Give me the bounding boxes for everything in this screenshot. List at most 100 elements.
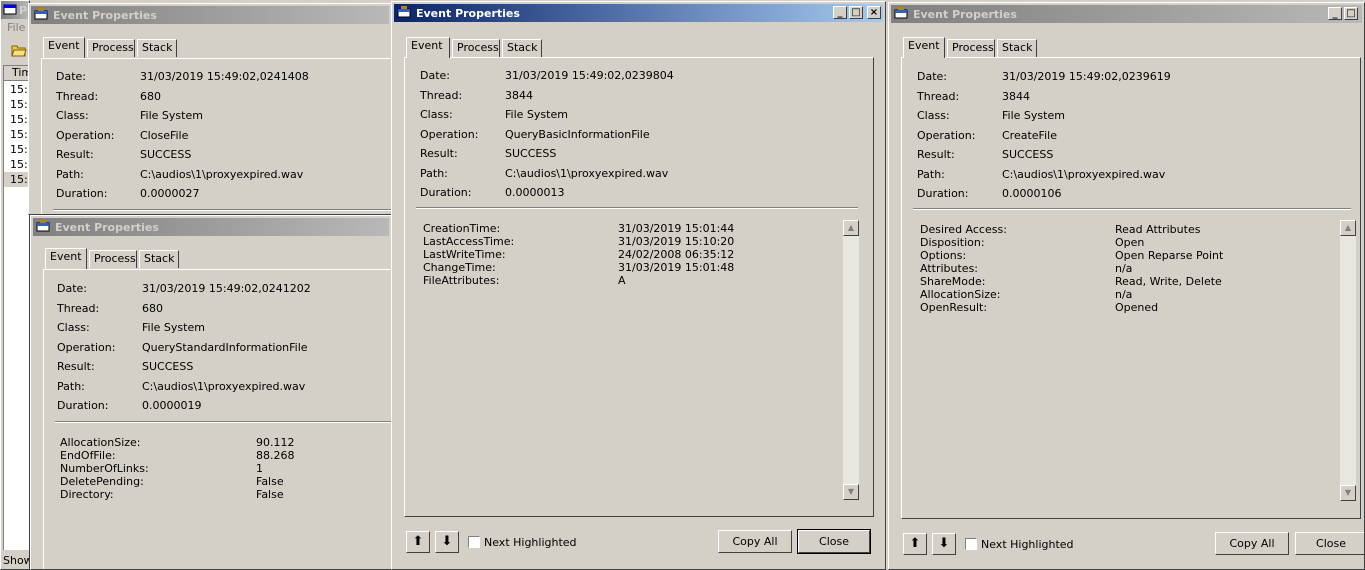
field-label-thread: Thread: [57, 302, 100, 315]
field-value-duration: 0.0000013 [505, 186, 565, 199]
list-item[interactable]: 15:4 [4, 82, 29, 97]
field-label-duration: Duration: [917, 187, 969, 200]
field-value-thread: 680 [140, 90, 161, 103]
tab-process[interactable]: Process [452, 39, 500, 57]
arrow-up-icon: ⬆ [412, 534, 424, 549]
field-value-path: C:\audios\1\proxyexpired.wav [142, 380, 306, 393]
field-value-class: File System [142, 321, 205, 334]
copy-all-button[interactable]: Copy All [1215, 532, 1289, 555]
field-label-duration: Duration: [56, 187, 108, 200]
detail-value: Open Reparse Point [1115, 249, 1224, 262]
field-label-class: Class: [57, 321, 90, 334]
detail-key: LastAccessTime: [423, 235, 515, 248]
background-app-window: P File Tim 15:415:415:415:415:415:415:4 … [0, 0, 30, 570]
field-value-date: 31/03/2019 15:49:02,0239804 [505, 69, 674, 82]
window-title: Event Properties [55, 221, 159, 234]
detail-value: 90.112 [256, 436, 295, 449]
window-title: Event Properties [913, 8, 1017, 21]
column-header-time[interactable]: Tim [4, 66, 29, 81]
detail-value: 88.268 [256, 449, 295, 462]
field-label-path: Path: [917, 168, 945, 181]
open-folder-icon[interactable] [11, 43, 27, 57]
maximize-button[interactable]: □ [1344, 7, 1358, 20]
tab-stack[interactable]: Stack [997, 39, 1037, 57]
event-properties-icon [36, 220, 50, 232]
tab-event[interactable]: Event [43, 37, 85, 58]
minimize-button[interactable]: _ [833, 6, 847, 19]
field-label-duration: Duration: [57, 399, 109, 412]
detail-key: Disposition: [920, 236, 985, 249]
prev-event-button[interactable]: ⬆ [903, 533, 927, 555]
details-separator [416, 207, 858, 209]
window-titlebar: Event Properties [33, 218, 389, 236]
window-titlebar: Event Properties _ □ [891, 5, 1362, 23]
field-value-duration: 0.0000027 [140, 187, 200, 200]
window-titlebar: Event Properties [31, 6, 389, 24]
list-item[interactable]: 15:4 [4, 157, 29, 172]
next-highlighted-checkbox[interactable] [965, 538, 977, 550]
minimize-button[interactable]: _ [1328, 7, 1342, 20]
tab-process[interactable]: Process [947, 39, 995, 57]
tab-stack[interactable]: Stack [137, 39, 177, 57]
next-event-button[interactable]: ⬇ [435, 531, 459, 553]
menu-file[interactable]: File [7, 21, 25, 34]
field-label-date: Date: [420, 69, 450, 82]
details-scrollbar[interactable]: ▲ ▼ [843, 220, 859, 500]
event-properties-window-3: Event Properties _ □ × Event Process Stack… [391, 1, 886, 570]
next-highlighted-checkbox[interactable] [468, 536, 480, 548]
tab-stack[interactable]: Stack [502, 39, 542, 57]
scroll-down-icon[interactable]: ▼ [843, 484, 859, 500]
scroll-up-icon[interactable]: ▲ [843, 220, 859, 236]
field-label-class: Class: [917, 109, 950, 122]
detail-key: AllocationSize: [920, 288, 1001, 301]
list-item[interactable]: 15:4 [4, 112, 29, 127]
field-value-thread: 680 [142, 302, 163, 315]
field-value-result: SUCCESS [142, 360, 194, 373]
field-value-class: File System [140, 109, 203, 122]
next-event-button[interactable]: ⬇ [932, 533, 956, 555]
field-value-operation: CreateFile [1002, 129, 1057, 142]
field-value-class: File System [1002, 109, 1065, 122]
scroll-down-icon[interactable]: ▼ [1340, 485, 1356, 501]
tab-event[interactable]: Event [45, 248, 87, 269]
detail-key: EndOfFile: [60, 449, 116, 462]
field-value-duration: 0.0000106 [1002, 187, 1062, 200]
copy-all-button[interactable]: Copy All [718, 530, 792, 553]
tab-process[interactable]: Process [89, 250, 137, 268]
detail-value: 31/03/2019 15:10:20 [618, 235, 735, 248]
field-value-path: C:\audios\1\proxyexpired.wav [1002, 168, 1166, 181]
field-label-operation: Operation: [420, 128, 479, 141]
prev-event-button[interactable]: ⬆ [406, 531, 430, 553]
detail-key: Desired Access: [920, 223, 1007, 236]
maximize-button[interactable]: □ [849, 6, 863, 19]
tab-event[interactable]: Event [903, 37, 945, 58]
details-scrollbar[interactable]: ▲ ▼ [1340, 220, 1356, 501]
field-label-thread: Thread: [420, 89, 463, 102]
list-item[interactable]: 15:4 [4, 172, 29, 187]
background-app-titlebar: P [1, 1, 29, 19]
tab-stack[interactable]: Stack [139, 250, 179, 268]
list-item[interactable]: 15:4 [4, 127, 29, 142]
close-window-button[interactable]: × [867, 6, 881, 19]
field-label-path: Path: [57, 380, 85, 393]
detail-value: False [256, 475, 284, 488]
scroll-up-icon[interactable]: ▲ [1340, 220, 1356, 236]
tab-event[interactable]: Event [406, 37, 450, 58]
detail-value: 24/02/2008 06:35:12 [618, 248, 735, 261]
detail-value: 1 [256, 462, 263, 475]
details-separator [913, 208, 1351, 210]
detail-value: 31/03/2019 15:01:44 [618, 222, 735, 235]
list-item[interactable]: 15:4 [4, 97, 29, 112]
next-highlighted-label: Next Highlighted [484, 536, 577, 549]
detail-value: Read, Write, Delete [1115, 275, 1222, 288]
detail-value: n/a [1115, 262, 1133, 275]
close-button[interactable]: Close [1295, 532, 1364, 555]
close-button[interactable]: Close [797, 529, 871, 554]
field-label-result: Result: [420, 147, 458, 160]
list-item[interactable]: 15:4 [4, 142, 29, 157]
tab-process[interactable]: Process [87, 39, 135, 57]
detail-key: ShareMode: [920, 275, 986, 288]
field-label-path: Path: [420, 167, 448, 180]
detail-value: 31/03/2019 15:01:48 [618, 261, 735, 274]
field-value-thread: 3844 [505, 89, 533, 102]
